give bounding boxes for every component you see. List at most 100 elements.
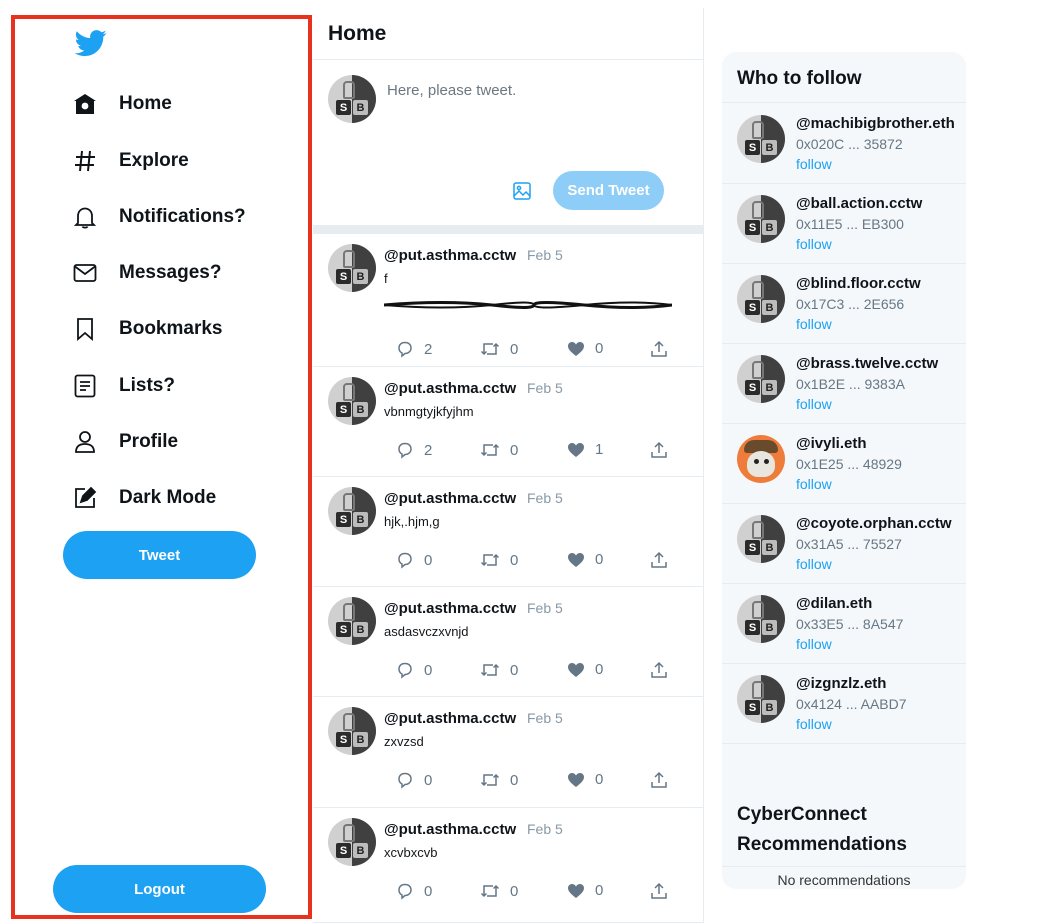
send-tweet-button[interactable]: Send Tweet	[553, 171, 664, 210]
retweet-icon	[480, 553, 500, 567]
twitter-bird-logo-icon[interactable]	[73, 27, 109, 59]
like-button[interactable]: 1	[567, 441, 603, 458]
avatar[interactable]: SB	[328, 244, 376, 292]
suggestion-name[interactable]: @machibigbrother.eth	[796, 115, 955, 132]
tweet-button[interactable]: Tweet	[63, 531, 256, 579]
like-button[interactable]: 0	[567, 882, 603, 899]
retweet-count: 0	[510, 551, 519, 569]
reply-button[interactable]: 2	[396, 340, 432, 358]
nav-lists-label: Lists?	[119, 375, 175, 396]
tweet-handle[interactable]: @put.asthma.cctw	[384, 380, 516, 397]
share-button[interactable]	[650, 441, 678, 459]
follow-link[interactable]: follow	[796, 396, 832, 412]
nav-profile[interactable]: Profile	[71, 422, 178, 462]
nav-lists[interactable]: Lists?	[71, 366, 175, 406]
nav-bookmarks[interactable]: Bookmarks	[71, 309, 223, 349]
share-button[interactable]	[650, 340, 678, 358]
like-button[interactable]: 0	[567, 340, 603, 357]
heart-icon	[568, 883, 584, 898]
avatar[interactable]: SB	[328, 487, 376, 535]
suggestion-name[interactable]: @blind.floor.cctw	[796, 275, 921, 292]
nav-home[interactable]: Home	[71, 84, 172, 124]
avatar[interactable]: SB	[737, 355, 785, 403]
reply-icon	[398, 662, 412, 679]
retweet-button[interactable]: 0	[480, 882, 518, 900]
avatar[interactable]: SB	[737, 275, 785, 323]
like-count: 0	[595, 882, 604, 899]
retweet-button[interactable]: 0	[480, 771, 518, 789]
follow-link[interactable]: follow	[796, 156, 832, 172]
share-button[interactable]	[650, 771, 678, 789]
like-button[interactable]: 0	[567, 551, 603, 568]
tweet-handle[interactable]: @put.asthma.cctw	[384, 600, 516, 617]
logout-button[interactable]: Logout	[53, 865, 266, 913]
tweet-date: Feb 5	[527, 821, 563, 837]
follow-link[interactable]: follow	[796, 636, 832, 652]
avatar[interactable]: SB	[328, 818, 376, 866]
suggestion-name[interactable]: @ball.action.cctw	[796, 195, 922, 212]
follow-link[interactable]: follow	[796, 716, 832, 732]
suggestion-name[interactable]: @ivyli.eth	[796, 435, 866, 452]
tweet-item[interactable]: S B @put.asthma.cctw Feb 5 f 2 0 0	[313, 234, 703, 367]
reply-button[interactable]: 0	[396, 882, 432, 900]
image-upload-icon[interactable]	[512, 181, 532, 201]
follow-link[interactable]: follow	[796, 316, 832, 332]
retweet-count: 0	[510, 661, 519, 679]
reply-count: 2	[424, 340, 433, 358]
share-button[interactable]	[650, 661, 678, 679]
tweet-item[interactable]: S B @put.asthma.cctw Feb 5 zxvzsd 0 0 0	[313, 697, 703, 808]
suggestion-name[interactable]: @dilan.eth	[796, 595, 872, 612]
tweet-date: Feb 5	[527, 710, 563, 726]
retweet-button[interactable]: 0	[480, 441, 518, 459]
follow-link[interactable]: follow	[796, 236, 832, 252]
like-button[interactable]: 0	[567, 661, 603, 678]
tweet-item[interactable]: S B @put.asthma.cctw Feb 5 vbnmgtyjkfyjhm 2 0 1	[313, 367, 703, 477]
share-icon	[651, 771, 667, 788]
follow-link[interactable]: follow	[796, 556, 832, 572]
avatar[interactable]	[737, 435, 785, 483]
retweet-button[interactable]: 0	[480, 551, 518, 569]
reply-button[interactable]: 0	[396, 551, 432, 569]
nav-messages[interactable]: Messages?	[71, 253, 221, 293]
tweet-item[interactable]: S B @put.asthma.cctw Feb 5 xcvbxcvb 0 0 0	[313, 808, 703, 923]
tweet-handle[interactable]: @put.asthma.cctw	[384, 821, 516, 838]
tweet-handle[interactable]: @put.asthma.cctw	[384, 710, 516, 727]
reply-button[interactable]: 0	[396, 661, 432, 679]
retweet-icon	[480, 443, 500, 457]
avatar[interactable]: SB	[737, 675, 785, 723]
reply-button[interactable]: 0	[396, 771, 432, 789]
avatar[interactable]: SB	[328, 377, 376, 425]
share-button[interactable]	[650, 882, 678, 900]
retweet-button[interactable]: 0	[480, 661, 518, 679]
avatar[interactable]: SB	[737, 515, 785, 563]
avatar[interactable]: SB	[328, 597, 376, 645]
tweet-text: hjk,.hjm,g	[384, 514, 440, 529]
like-button[interactable]: 0	[567, 771, 603, 788]
main-timeline: Home SB Here, please tweet. Send Tweet S…	[313, 8, 704, 923]
tweet-item[interactable]: S B @put.asthma.cctw Feb 5 hjk,.hjm,g 0 0 0	[313, 477, 703, 587]
retweet-button[interactable]: 0	[480, 340, 518, 358]
share-button[interactable]	[650, 551, 678, 569]
avatar[interactable]: SB	[737, 595, 785, 643]
suggestion-name[interactable]: @coyote.orphan.cctw	[796, 515, 952, 532]
suggestion-name[interactable]: @izgnzlz.eth	[796, 675, 886, 692]
avatar[interactable]: SB	[737, 195, 785, 243]
nav-notifications[interactable]: Notifications?	[71, 197, 246, 237]
follow-link[interactable]: follow	[796, 476, 832, 492]
avatar[interactable]: SB	[328, 707, 376, 755]
bookmark-icon	[71, 315, 99, 343]
nav-dark-mode[interactable]: Dark Mode	[71, 478, 216, 518]
share-icon	[651, 661, 667, 678]
nav-dark-mode-label: Dark Mode	[119, 487, 217, 508]
who-to-follow-title: Who to follow	[737, 68, 862, 89]
tweet-handle[interactable]: @put.asthma.cctw	[384, 247, 516, 264]
retweet-icon	[480, 663, 500, 677]
tweet-compose-input[interactable]: Here, please tweet.	[387, 82, 516, 99]
tweet-media-image	[384, 301, 672, 309]
suggestion-name[interactable]: @brass.twelve.cctw	[796, 355, 938, 372]
reply-button[interactable]: 2	[396, 441, 432, 459]
nav-explore[interactable]: Explore	[71, 141, 189, 181]
tweet-handle[interactable]: @put.asthma.cctw	[384, 490, 516, 507]
tweet-item[interactable]: S B @put.asthma.cctw Feb 5 asdasvczxvnjd 0 0 0	[313, 587, 703, 697]
avatar[interactable]: SB	[737, 115, 785, 163]
